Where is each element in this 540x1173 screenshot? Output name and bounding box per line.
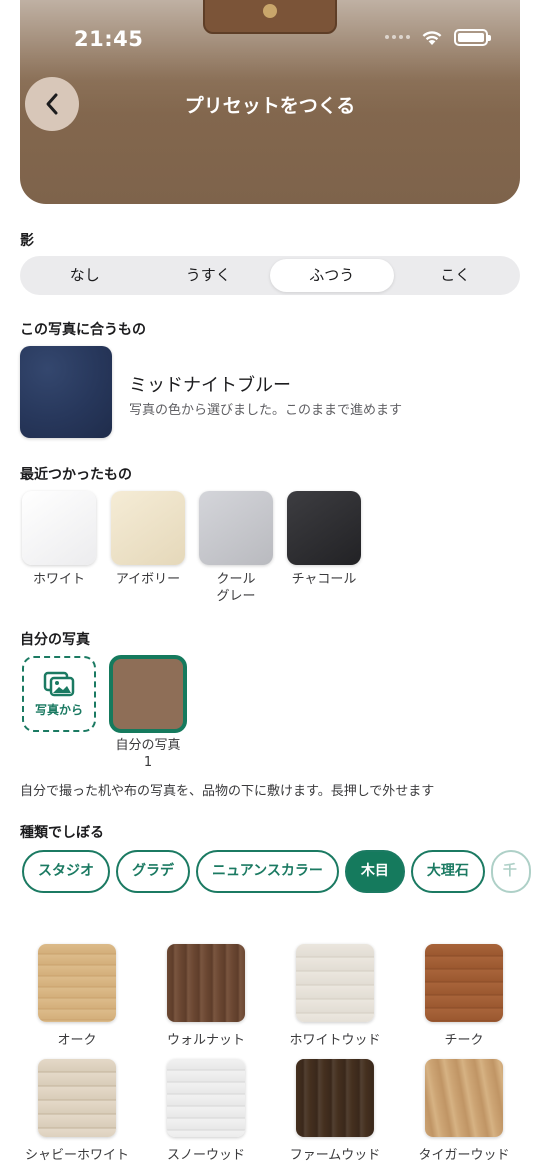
my-photos-note: 自分で撮った机や布の写真を、品物の下に敷けます。長押しで外せます: [20, 784, 435, 799]
photos-icon: [43, 671, 75, 696]
filter-chips: スタジオ グラデ ニュアンスカラー 木目 大理石千: [22, 850, 540, 894]
shadow-option-none[interactable]: なし: [23, 259, 147, 292]
signal-icon: [385, 35, 410, 39]
header-hero: 21:45 プリセットをつくる: [0, 0, 540, 222]
recent-item-label: チャコール: [291, 572, 357, 587]
wood-item-label: タイガーウッド: [418, 1148, 510, 1163]
recent-swatch[interactable]: [287, 491, 361, 565]
wood-item-label: チーク: [444, 1033, 484, 1048]
recent-swatch[interactable]: [111, 491, 185, 565]
filter-label: 種類でしぼる: [20, 825, 104, 841]
recent-item-label: アイボリー: [115, 572, 181, 587]
wood-item-label: ウォルナット: [166, 1033, 245, 1048]
chip-studio[interactable]: スタジオ: [22, 850, 110, 893]
wood-item-label: オーク: [57, 1033, 97, 1048]
shadow-option-light[interactable]: うすく: [147, 259, 271, 292]
wood-item-farm-wood[interactable]: ファームウッド: [270, 1059, 400, 1163]
recent-swatch[interactable]: [22, 491, 96, 565]
wood-item-teak[interactable]: チーク: [399, 944, 529, 1048]
wood-item-label: ホワイトウッド: [289, 1033, 381, 1048]
my-photo-label-line1: 自分の写真: [115, 738, 181, 753]
page-title: プリセットをつくる: [184, 95, 356, 117]
wood-swatch[interactable]: [425, 1059, 503, 1137]
recent-item-label-line1: クール: [216, 572, 256, 587]
recent-item-label: ホワイト: [32, 572, 85, 587]
battery-icon: [454, 28, 491, 46]
my-photo-1-label: 自分の写真 1: [105, 737, 191, 771]
wood-item-white-wood[interactable]: ホワイトウッド: [270, 944, 400, 1048]
wood-item-label: ファームウッド: [289, 1148, 381, 1163]
recent-item-label-line2: グレー: [216, 589, 256, 604]
recent-label: 最近つかったもの: [20, 467, 132, 483]
wood-item-label: シャビーホワイト: [24, 1148, 129, 1163]
shadow-label: 影: [20, 233, 34, 249]
match-description: 写真の色から選びました。このままで進めます: [129, 403, 403, 418]
wood-item-label: スノーウッド: [166, 1148, 245, 1163]
chip-marble[interactable]: 大理石: [410, 850, 485, 893]
wifi-icon: [422, 31, 442, 45]
chip-gradient[interactable]: グラデ: [116, 850, 190, 893]
add-photo-button[interactable]: 写真から: [22, 656, 96, 732]
chip-nuance-color[interactable]: ニュアンスカラー: [196, 850, 339, 893]
wood-swatch[interactable]: [425, 944, 503, 1022]
my-photos-label: 自分の写真: [20, 632, 90, 648]
recent-swatch[interactable]: [199, 491, 273, 565]
wood-item-tiger-wood[interactable]: タイガーウッド: [399, 1059, 529, 1163]
chip-more[interactable]: 千: [490, 850, 531, 893]
shadow-option-normal[interactable]: ふつう: [270, 259, 394, 292]
recent-item-charcoal[interactable]: チャコール: [286, 491, 362, 588]
recent-item-ivory[interactable]: アイボリー: [110, 491, 186, 588]
status-icons: [385, 28, 491, 46]
wood-swatch[interactable]: [167, 944, 245, 1022]
recent-item-cool-gray[interactable]: クール グレー: [198, 491, 274, 605]
wood-item-oak[interactable]: オーク: [12, 944, 142, 1048]
product-bag: [203, 0, 337, 34]
my-photo-label-line2: 1: [143, 755, 153, 770]
wood-item-shabby-white[interactable]: シャビーホワイト: [12, 1059, 142, 1163]
match-name: ミッドナイトブルー: [129, 375, 291, 396]
recent-item-label: クール グレー: [198, 571, 274, 605]
chip-wood-grain[interactable]: 木目: [344, 850, 405, 893]
wood-item-snow-wood[interactable]: スノーウッド: [141, 1059, 271, 1163]
shadow-segmented-control: なし うすく ふつう こく: [20, 256, 520, 295]
wood-swatch[interactable]: [38, 1059, 116, 1137]
status-time: 21:45: [74, 27, 144, 51]
shadow-option-dark[interactable]: こく: [394, 259, 518, 292]
my-photo-1[interactable]: [109, 655, 187, 733]
match-swatch[interactable]: [20, 346, 112, 438]
wood-swatch[interactable]: [296, 944, 374, 1022]
wood-swatch[interactable]: [38, 944, 116, 1022]
wood-swatch[interactable]: [167, 1059, 245, 1137]
match-label: この写真に合うもの: [20, 322, 146, 338]
add-photo-label: 写真から: [34, 702, 83, 717]
wood-swatch[interactable]: [296, 1059, 374, 1137]
recent-item-white[interactable]: ホワイト: [21, 491, 97, 588]
wood-item-walnut[interactable]: ウォルナット: [141, 944, 271, 1048]
